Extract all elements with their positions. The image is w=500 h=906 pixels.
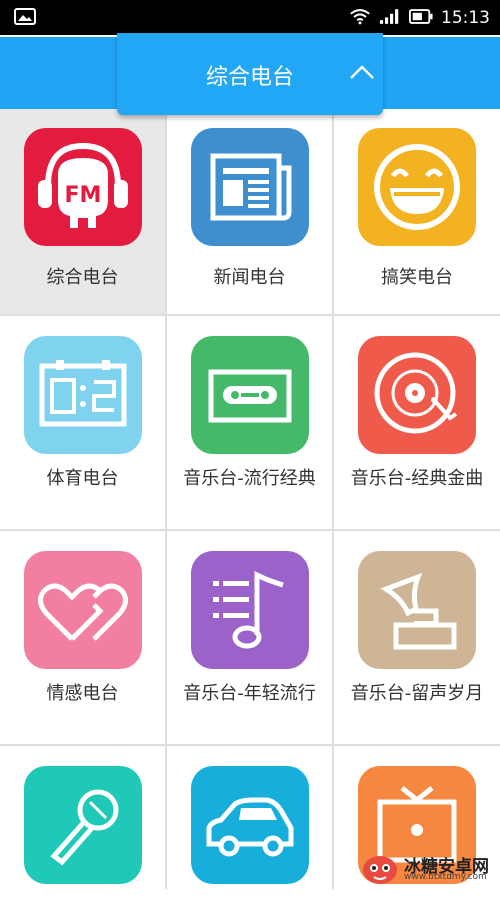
category-label: 新闻电台 [213,267,286,288]
wifi-icon [349,8,371,29]
scoreboard-icon [24,336,142,454]
category-label: 体育电台 [46,468,119,489]
watermark-logo: 冰糖安卓网 www.btxtdmy.com [358,850,498,886]
gramophone-icon [358,551,476,669]
status-time: 15:13 [441,8,490,28]
category-item[interactable] [0,746,165,906]
page-title: 综合电台 [205,65,294,90]
category-label: 音乐台-经典金曲 [350,468,484,489]
category-item[interactable]: 音乐台-经典金曲 [334,316,500,529]
category-label: 音乐台-年轻流行 [183,683,316,704]
category-item[interactable]: FM 综合电台 [0,109,165,314]
signal-icon [379,8,401,29]
category-item[interactable]: 音乐台-年轻流行 [167,531,332,744]
category-dropdown-toggle[interactable]: 综合电台 [117,33,383,115]
fm-headphones-icon: FM [24,128,142,246]
microphone-icon [24,766,142,884]
newspaper-icon [191,128,309,246]
category-label: 音乐台-留声岁月 [350,683,484,704]
svg-text:FM: FM [65,183,102,208]
cassette-icon [191,336,309,454]
category-item[interactable]: 音乐台-留声岁月 [334,531,500,744]
category-item[interactable]: 体育电台 [0,316,165,529]
category-item[interactable]: 新闻电台 [167,109,332,314]
category-label: 综合电台 [46,267,119,288]
laughing-face-icon [358,128,476,246]
car-icon [191,766,309,884]
category-item[interactable]: 搞笑电台 [334,109,500,314]
image-notification-icon [14,8,36,25]
chevron-up-icon[interactable] [347,59,377,85]
watermark-url: www.btxtdmy.com [404,872,487,882]
category-label: 音乐台-流行经典 [183,468,316,489]
status-bar: 15:13 [0,0,500,35]
battery-icon [409,8,433,28]
music-note-icon [191,551,309,669]
hearts-icon [24,551,142,669]
category-label: 情感电台 [46,683,119,704]
category-item[interactable]: 音乐台-流行经典 [167,316,332,529]
category-item[interactable] [167,746,332,906]
vinyl-record-icon [358,336,476,454]
category-grid: FM 综合电台 新闻电台 搞笑电台 体育电台 音乐台-流行经典 音乐台-经典金曲 [0,109,500,906]
category-item[interactable]: 情感电台 [0,531,165,744]
category-label: 搞笑电台 [381,267,453,288]
